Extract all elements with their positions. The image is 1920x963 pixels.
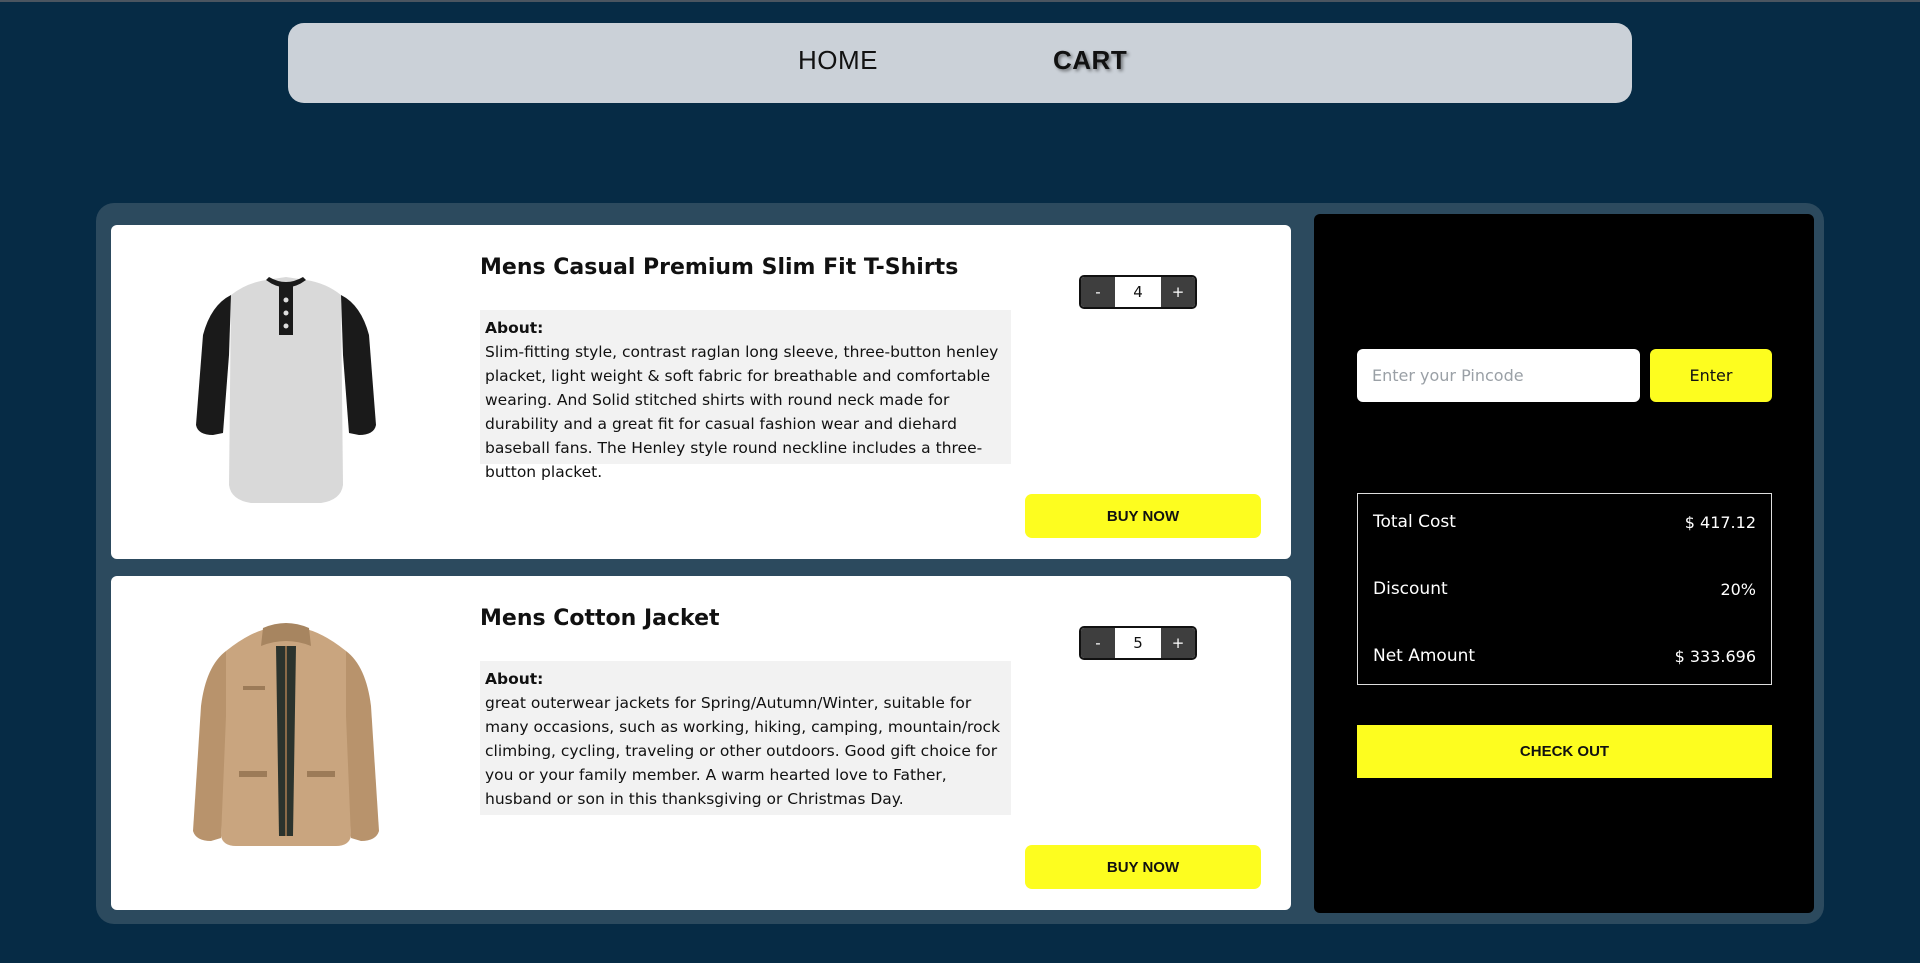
discount-label: Discount: [1373, 579, 1448, 599]
decrease-quantity-button[interactable]: -: [1081, 277, 1115, 307]
increase-quantity-button[interactable]: +: [1161, 628, 1195, 658]
top-border-line: [0, 0, 1920, 2]
cart-container: Mens Casual Premium Slim Fit T-Shirts Ab…: [96, 203, 1824, 924]
about-text: Slim-fitting style, contrast raglan long…: [485, 343, 999, 481]
product-description: About: great outerwear jackets for Sprin…: [480, 661, 1011, 815]
order-summary-panel: Enter Total Cost $ 417.12 Discount 20% N…: [1314, 214, 1814, 913]
henley-tshirt-image: [171, 255, 401, 525]
net-amount-label: Net Amount: [1373, 646, 1476, 666]
nav-cart-link[interactable]: CART: [1053, 45, 1127, 76]
total-cost-label: Total Cost: [1373, 512, 1456, 532]
quantity-value: 4: [1133, 283, 1143, 301]
product-description: About: Slim-fitting style, contrast ragl…: [480, 310, 1011, 481]
price-breakdown: Total Cost $ 417.12 Discount 20% Net Amo…: [1357, 493, 1772, 685]
discount-row: Discount 20%: [1373, 574, 1756, 604]
decrease-quantity-button[interactable]: -: [1081, 628, 1115, 658]
nav-home-link[interactable]: HOME: [798, 45, 878, 76]
enter-pincode-button[interactable]: Enter: [1650, 349, 1772, 402]
cotton-jacket-image: [171, 606, 401, 876]
net-amount-row: Net Amount $ 333.696: [1373, 641, 1756, 671]
cart-item-card: Mens Cotton Jacket About: great outerwea…: [111, 576, 1291, 910]
buy-now-button[interactable]: BUY NOW: [1025, 494, 1261, 538]
net-amount-value: $ 333.696: [1674, 646, 1756, 666]
product-title: Mens Casual Premium Slim Fit T-Shirts: [480, 255, 959, 280]
checkout-button[interactable]: CHECK OUT: [1357, 725, 1772, 778]
total-cost-row: Total Cost $ 417.12: [1373, 507, 1756, 537]
cart-item-card: Mens Casual Premium Slim Fit T-Shirts Ab…: [111, 225, 1291, 559]
about-label: About:: [485, 670, 544, 688]
navbar: HOME CART: [288, 23, 1632, 103]
about-text: great outerwear jackets for Spring/Autum…: [485, 694, 1001, 808]
discount-value: 20%: [1720, 579, 1756, 599]
pincode-input[interactable]: [1357, 349, 1640, 402]
about-label: About:: [485, 319, 544, 337]
product-title: Mens Cotton Jacket: [480, 606, 720, 631]
quantity-value: 5: [1133, 634, 1143, 652]
quantity-stepper: - 5 +: [1079, 626, 1197, 660]
quantity-stepper: - 4 +: [1079, 275, 1197, 309]
total-cost-value: $ 417.12: [1684, 512, 1756, 532]
increase-quantity-button[interactable]: +: [1161, 277, 1195, 307]
buy-now-button[interactable]: BUY NOW: [1025, 845, 1261, 889]
